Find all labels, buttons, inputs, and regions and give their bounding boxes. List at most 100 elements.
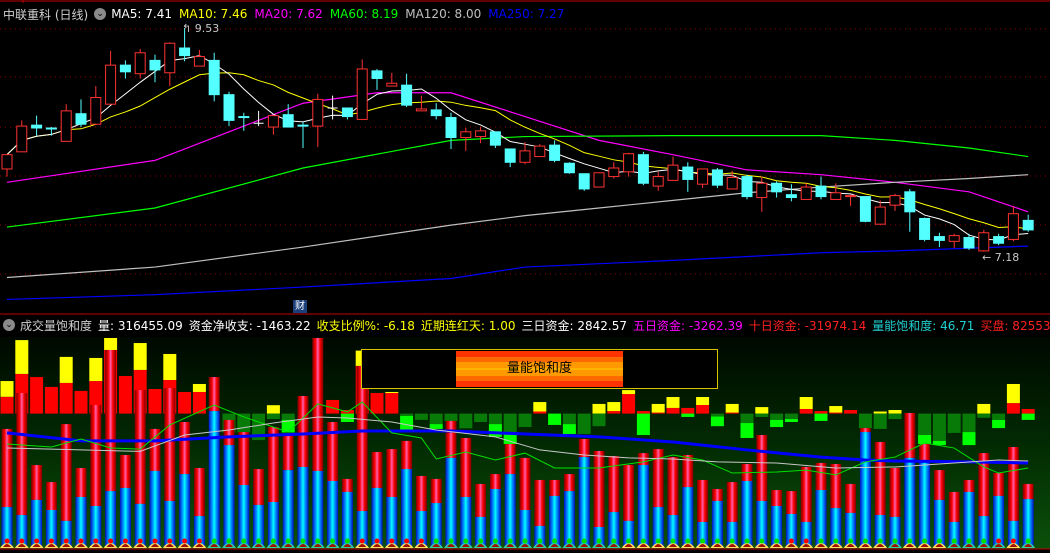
yellow-block xyxy=(651,403,665,413)
candle-body xyxy=(845,195,857,198)
candle xyxy=(874,200,886,225)
volume-column xyxy=(1,428,13,508)
candle xyxy=(149,54,161,83)
indicator-value: 五日资金: -3262.39 xyxy=(632,318,743,333)
volume-column xyxy=(889,467,901,517)
candle-body xyxy=(401,84,413,106)
candle-body xyxy=(578,173,590,190)
candle xyxy=(534,144,546,158)
volume-column xyxy=(208,377,220,412)
green-block xyxy=(784,419,798,422)
yellow-block xyxy=(266,405,280,414)
candle-body xyxy=(667,164,679,181)
candle-body xyxy=(859,196,871,222)
chart-canvas[interactable] xyxy=(0,0,1050,553)
chevron-down-icon[interactable]: ⌄ xyxy=(3,319,15,331)
dark-green-block xyxy=(562,413,576,425)
signal-dot xyxy=(34,538,40,544)
green-block xyxy=(1021,413,1035,420)
volume-column xyxy=(401,440,413,470)
candle xyxy=(711,168,723,189)
green-block xyxy=(992,419,1006,429)
signal-dot xyxy=(818,538,824,544)
red-block xyxy=(533,411,547,414)
chevron-down-icon[interactable]: ⌄ xyxy=(94,8,107,20)
candle xyxy=(119,60,131,79)
candle xyxy=(933,232,945,248)
yellow-block xyxy=(622,390,636,395)
candle-body xyxy=(993,236,1005,244)
stock-title: 中联重科 (日线) xyxy=(3,7,89,22)
candle xyxy=(741,174,753,200)
signal-dot xyxy=(418,538,424,544)
candle-body xyxy=(726,177,738,190)
candle xyxy=(623,152,635,177)
volume-column xyxy=(874,441,886,516)
red-block xyxy=(385,393,399,414)
candle-body xyxy=(637,154,649,184)
volume-column xyxy=(105,349,117,492)
candle-body xyxy=(105,64,117,105)
signal-dot xyxy=(714,538,720,544)
signal-dot xyxy=(522,538,528,544)
volume-column xyxy=(504,444,516,475)
candle xyxy=(134,48,146,79)
candle-body xyxy=(371,70,383,79)
candle-body xyxy=(785,194,797,199)
candle-body xyxy=(741,176,753,198)
signal-dot xyxy=(463,538,469,544)
signal-dot xyxy=(211,538,217,544)
finance-tag[interactable]: 财 xyxy=(293,300,307,313)
ma-labels: MA5: 7.41 MA10: 7.46 MA20: 7.62 MA60: 8.19 M… xyxy=(111,7,564,21)
signal-dot xyxy=(626,538,632,544)
yellow-block xyxy=(89,357,103,382)
candle-body xyxy=(623,153,635,173)
indicator-value: 收支比例%: -6.18 xyxy=(316,318,415,333)
candle-body xyxy=(119,64,131,73)
volume-column xyxy=(623,465,635,521)
volume-column-base xyxy=(919,461,931,548)
candle-body xyxy=(90,97,102,125)
candle-body xyxy=(697,168,709,185)
candle-body xyxy=(919,217,931,240)
signal-dot xyxy=(404,538,410,544)
signal-dot xyxy=(344,538,350,544)
red-block xyxy=(725,412,739,414)
yellow-block xyxy=(977,403,991,414)
signal-dot xyxy=(655,538,661,544)
signal-dot xyxy=(108,538,114,544)
green-block xyxy=(636,413,650,436)
candle-body xyxy=(563,162,575,174)
volume-column-base xyxy=(859,432,871,548)
ma-label: MA60: 8.19 xyxy=(329,7,399,21)
candle-body xyxy=(963,237,975,249)
candle xyxy=(608,162,620,179)
volume-column xyxy=(75,467,87,497)
candle-body xyxy=(149,59,161,71)
yellow-block xyxy=(59,356,73,383)
dark-green-block xyxy=(873,413,887,429)
dark-green-block xyxy=(888,413,902,420)
volume-column-base xyxy=(282,470,294,548)
red-block xyxy=(636,411,650,414)
red-block xyxy=(118,376,132,414)
yellow-block xyxy=(385,391,399,394)
signal-dot xyxy=(877,538,883,544)
dark-green-block xyxy=(400,413,414,416)
red-block xyxy=(370,393,384,414)
candle-body xyxy=(756,182,768,199)
volume-column xyxy=(193,467,205,517)
green-block xyxy=(962,432,976,446)
volume-column xyxy=(134,390,146,504)
dark-green-block xyxy=(474,413,488,422)
candle-body xyxy=(815,185,827,198)
candle xyxy=(238,112,250,131)
red-block xyxy=(74,390,88,414)
indicator-value: 近期连红天: 1.00 xyxy=(420,318,516,333)
signal-dot xyxy=(330,538,336,544)
volume-column xyxy=(179,422,191,475)
candle xyxy=(845,194,857,207)
candle-body xyxy=(948,235,960,242)
yellow-block xyxy=(888,410,902,414)
signal-dot xyxy=(300,538,306,544)
